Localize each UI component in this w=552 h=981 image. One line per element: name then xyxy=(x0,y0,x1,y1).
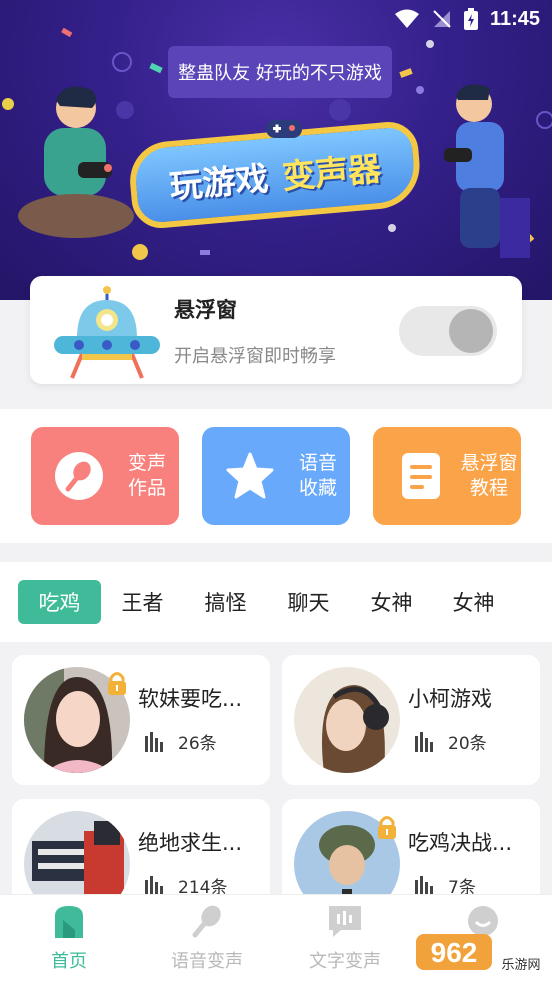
voice-works-label: 变声 作品 xyxy=(127,452,166,499)
watermark-subtext: 乐游网 xyxy=(501,958,540,973)
float-window-subtitle: 开启悬浮窗即时畅享 xyxy=(174,346,336,367)
banner-title-part1: 玩游戏 xyxy=(167,158,270,207)
status-bar: 11:45 xyxy=(394,6,540,32)
sound-bars-icon xyxy=(415,731,433,752)
tab-wangzhe[interactable]: 王者 xyxy=(101,580,184,624)
voice-pack-meta: 20条 xyxy=(414,729,487,754)
microphone-icon xyxy=(51,448,107,504)
nav-home[interactable]: 首页 xyxy=(0,903,138,975)
sound-bars-icon xyxy=(145,875,163,896)
float-window-card: 悬浮窗 开启悬浮窗即时畅享 xyxy=(30,276,522,384)
voice-favorites-label: 语音 收藏 xyxy=(298,452,337,499)
voice-pack-name: 软妹要吃... xyxy=(138,687,243,711)
voice-pack-count: 20条 xyxy=(448,734,487,754)
tab-liaotian[interactable]: 聊天 xyxy=(267,580,350,624)
tab-nvshen[interactable]: 女神 xyxy=(350,580,433,624)
voice-favorites-button[interactable]: 语音 收藏 xyxy=(202,427,350,525)
banner-slogan: 整蛊队友 好玩的不只游戏 xyxy=(168,46,392,98)
voice-pack-card[interactable]: 小柯游戏 20条 xyxy=(282,655,540,785)
float-window-toggle[interactable] xyxy=(399,306,497,356)
nav-voice-change-label: 语音变声 xyxy=(171,951,243,972)
float-tutorial-label: 悬浮窗 教程 xyxy=(460,452,518,499)
float-window-title: 悬浮窗 xyxy=(174,298,237,322)
voice-pack-meta: 26条 xyxy=(144,729,217,754)
nav-text-voice[interactable]: 文字变声 xyxy=(276,903,414,975)
banner[interactable]: 11:45 整蛊队友 好玩的不只游戏 玩游戏 变声器 xyxy=(0,0,552,300)
microphone-icon xyxy=(188,903,226,939)
home-icon xyxy=(50,903,88,939)
voice-works-button[interactable]: 变声 作品 xyxy=(31,427,179,525)
avatar xyxy=(294,667,400,773)
lock-icon xyxy=(108,672,126,695)
voice-pack-name: 小柯游戏 xyxy=(408,687,492,711)
toggle-knob xyxy=(449,309,493,353)
battery-icon xyxy=(463,8,478,30)
nav-text-voice-label: 文字变声 xyxy=(309,951,381,972)
voice-pack-name: 吃鸡决战... xyxy=(408,831,513,855)
star-icon xyxy=(222,448,278,504)
nav-voice-change[interactable]: 语音变声 xyxy=(138,903,276,975)
sound-bars-icon xyxy=(145,731,163,752)
category-tabs: 吃鸡 王者 搞怪 聊天 女神 女神 xyxy=(0,562,552,642)
gamer-illustration-right xyxy=(444,84,530,258)
watermark-number: 962 xyxy=(431,937,478,968)
lock-icon xyxy=(378,816,396,839)
voice-pack-name: 绝地求生... xyxy=(138,831,243,855)
tab-gaoguai[interactable]: 搞怪 xyxy=(184,580,267,624)
document-icon xyxy=(393,448,449,504)
text-voice-icon xyxy=(326,903,364,939)
tab-chiji[interactable]: 吃鸡 xyxy=(18,580,101,624)
nav-home-label: 首页 xyxy=(51,951,87,972)
banner-title-part2: 变声器 xyxy=(280,148,383,197)
status-time: 11:45 xyxy=(489,7,540,30)
no-signal-icon xyxy=(433,10,451,28)
sound-bars-icon xyxy=(415,875,433,896)
gamepad-icon xyxy=(266,120,302,138)
voice-pack-card[interactable]: 软妹要吃... 26条 xyxy=(12,655,270,785)
voice-pack-count: 26条 xyxy=(178,734,217,754)
feature-buttons: 变声 作品 语音 收藏 悬浮窗 教程 xyxy=(0,409,552,543)
wifi-icon xyxy=(394,9,419,28)
gamer-illustration-left xyxy=(18,86,134,238)
tab-nvshen-2[interactable]: 女神 xyxy=(432,580,515,624)
float-tutorial-button[interactable]: 悬浮窗 教程 xyxy=(373,427,521,525)
site-watermark-logo: 962 乐游网 xyxy=(416,934,546,973)
ufo-icon xyxy=(54,286,160,379)
